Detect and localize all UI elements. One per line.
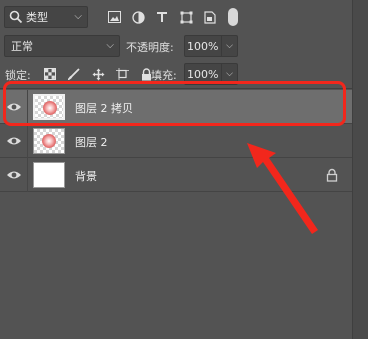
scrollbar[interactable] xyxy=(352,0,368,339)
layers-panel: 类型 ⌵ 正常 ⌵ 不透明度: 100% ⌵ 锁定: 填充: 100% ⌵ 图层… xyxy=(0,0,352,339)
annotation-arrow xyxy=(247,143,318,234)
